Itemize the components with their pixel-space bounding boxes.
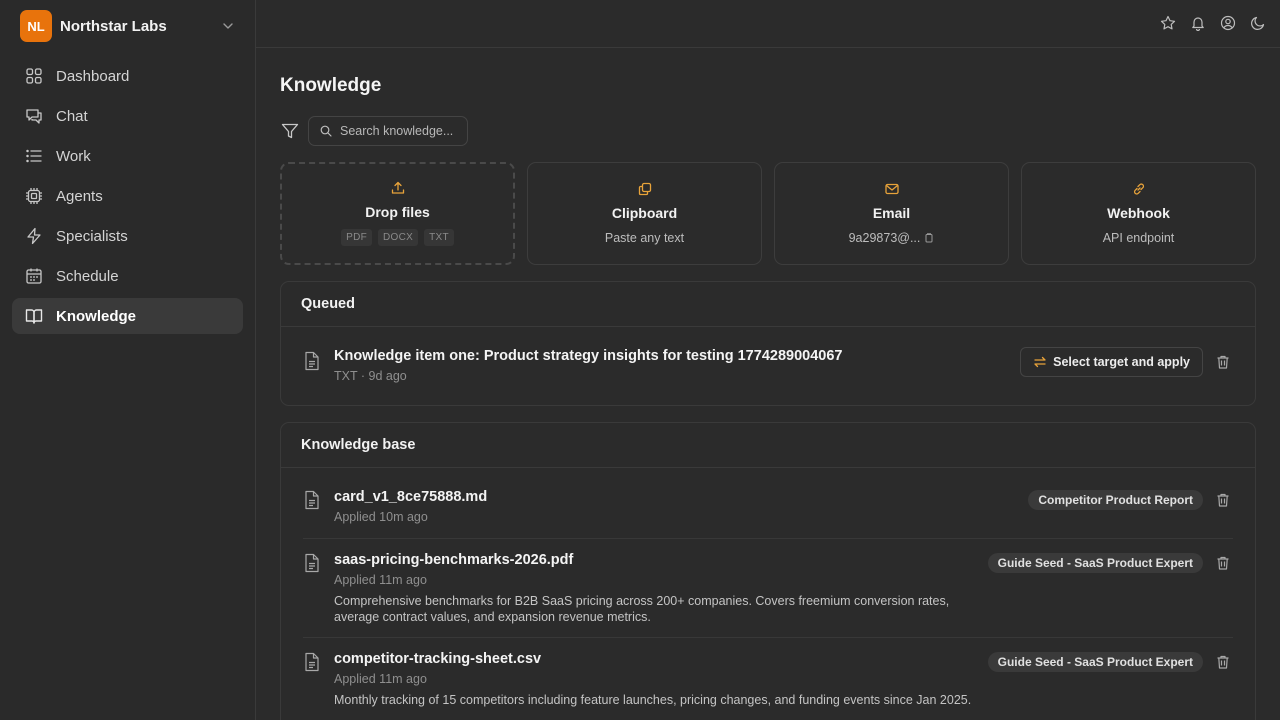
knowledge-item[interactable]: card_v1_8ce75888.md Applied 10m ago Comp…: [303, 468, 1233, 539]
bolt-icon: [27, 227, 41, 245]
knowledge-item-title: competitor-tracking-sheet.csv: [334, 651, 542, 667]
email-subtitle: 9a29873@...: [775, 231, 1008, 245]
sidebar-item-knowledge[interactable]: Knowledge: [12, 298, 243, 334]
clipboard-subtitle: Paste any text: [604, 231, 685, 245]
format-chip: TXT: [424, 229, 454, 246]
user-icon[interactable]: [1220, 15, 1236, 31]
search-input[interactable]: [340, 124, 460, 138]
sidebar-item-label: Dashboard: [56, 67, 130, 85]
webhook-card[interactable]: Webhook API endpoint: [1021, 162, 1256, 265]
knowledge-base-panel: Knowledge base card_v1_8ce75888.md Appli…: [280, 422, 1256, 720]
trash-icon[interactable]: [1215, 492, 1231, 508]
top-actions: [1160, 15, 1266, 32]
sidebar-item-label: Specialists: [56, 227, 128, 245]
email-address: 9a29873@...: [848, 231, 921, 245]
email-title: Email: [872, 205, 911, 221]
top-bar: [256, 0, 1280, 48]
org-avatar: NL: [20, 10, 52, 42]
sidebar-item-label: Schedule: [56, 267, 119, 285]
knowledge-item-title: card_v1_8ce75888.md: [334, 489, 488, 505]
search-box[interactable]: [308, 116, 468, 146]
sidebar-item-label: Work: [56, 147, 91, 165]
swap-icon: [1034, 356, 1046, 368]
queued-heading: Queued: [281, 282, 1255, 327]
book-icon: [25, 309, 43, 324]
target-tag[interactable]: Competitor Product Report: [1028, 490, 1203, 510]
sidebar: NL Northstar Labs Dashboard Chat Work Ag…: [0, 0, 256, 720]
knowledge-item-description: Comprehensive benchmarks for B2B SaaS pr…: [334, 594, 950, 624]
select-target-label: Select target and apply: [1053, 355, 1190, 369]
moon-icon[interactable]: [1250, 15, 1266, 31]
target-tag[interactable]: Guide Seed - SaaS Product Expert: [987, 652, 1203, 672]
clipboard-card[interactable]: Clipboard Paste any text: [527, 162, 762, 265]
file-icon: [305, 351, 319, 371]
file-icon: [305, 652, 319, 672]
file-icon: [305, 490, 319, 510]
file-icon: [305, 553, 319, 573]
org-switcher[interactable]: NL Northstar Labs: [20, 10, 240, 42]
select-target-button[interactable]: Select target and apply: [1020, 347, 1203, 377]
sidebar-item-dashboard[interactable]: Dashboard: [12, 58, 243, 94]
grid-icon: [26, 68, 42, 84]
chevron-down-icon: [223, 23, 233, 29]
knowledge-item-meta: Applied 11m ago: [334, 573, 427, 587]
clipboard-icon: [638, 182, 651, 196]
page-title: Knowledge: [280, 75, 382, 96]
target-tag[interactable]: Guide Seed - SaaS Product Expert: [987, 553, 1203, 573]
webhook-title: Webhook: [1107, 205, 1170, 221]
sidebar-item-agents[interactable]: Agents: [12, 178, 243, 214]
link-icon: [1133, 183, 1144, 195]
knowledge-base-heading: Knowledge base: [281, 423, 1255, 468]
calendar-icon: [26, 268, 42, 284]
bell-icon[interactable]: [1190, 15, 1206, 32]
sidebar-nav: Dashboard Chat Work Agents Specialists S…: [12, 58, 243, 338]
drop-files-card[interactable]: Drop files PDF DOCX TXT: [280, 162, 515, 265]
org-name: Northstar Labs: [60, 17, 167, 35]
trash-icon[interactable]: [1215, 555, 1231, 571]
mail-icon: [884, 183, 899, 195]
email-card[interactable]: Email 9a29873@...: [774, 162, 1009, 265]
source-cards: Drop files PDF DOCX TXT Clipboard Paste …: [280, 162, 1256, 265]
queued-item-title: Knowledge item one: Product strategy ins…: [334, 348, 843, 364]
clipboard-title: Clipboard: [611, 205, 678, 221]
knowledge-item[interactable]: competitor-tracking-sheet.csv Applied 11…: [303, 638, 1233, 720]
queued-item-meta: TXT · 9d ago: [334, 369, 407, 383]
star-icon[interactable]: [1160, 15, 1176, 31]
drop-files-title: Drop files: [365, 204, 430, 220]
trash-icon[interactable]: [1215, 654, 1231, 670]
queued-panel: Queued Knowledge item one: Product strat…: [280, 281, 1256, 406]
filter-icon[interactable]: [281, 122, 299, 140]
upload-icon: [391, 181, 404, 194]
list-icon: [26, 149, 42, 163]
sidebar-item-label: Agents: [56, 187, 103, 205]
knowledge-item-title: saas-pricing-benchmarks-2026.pdf: [334, 552, 574, 568]
sidebar-item-schedule[interactable]: Schedule: [12, 258, 243, 294]
sidebar-item-label: Knowledge: [56, 307, 137, 325]
queued-item[interactable]: Knowledge item one: Product strategy ins…: [303, 327, 1233, 405]
knowledge-item-meta: Applied 11m ago: [334, 672, 427, 686]
format-chip: PDF: [341, 229, 372, 246]
knowledge-item-meta: Applied 10m ago: [334, 510, 428, 524]
sidebar-item-work[interactable]: Work: [12, 138, 243, 174]
cpu-icon: [26, 188, 42, 204]
copy-icon[interactable]: [924, 233, 934, 243]
trash-icon[interactable]: [1215, 354, 1231, 370]
sidebar-item-label: Chat: [56, 107, 88, 125]
sidebar-item-chat[interactable]: Chat: [12, 98, 243, 134]
format-chip: DOCX: [378, 229, 419, 246]
format-chips: PDF DOCX TXT: [282, 229, 513, 246]
sidebar-item-specialists[interactable]: Specialists: [12, 218, 243, 254]
knowledge-item[interactable]: saas-pricing-benchmarks-2026.pdf Applied…: [303, 539, 1233, 638]
chat-icon: [26, 109, 42, 124]
knowledge-item-description: Monthly tracking of 15 competitors inclu…: [334, 693, 972, 707]
webhook-subtitle: API endpoint: [1102, 231, 1175, 245]
search-icon: [320, 125, 332, 137]
